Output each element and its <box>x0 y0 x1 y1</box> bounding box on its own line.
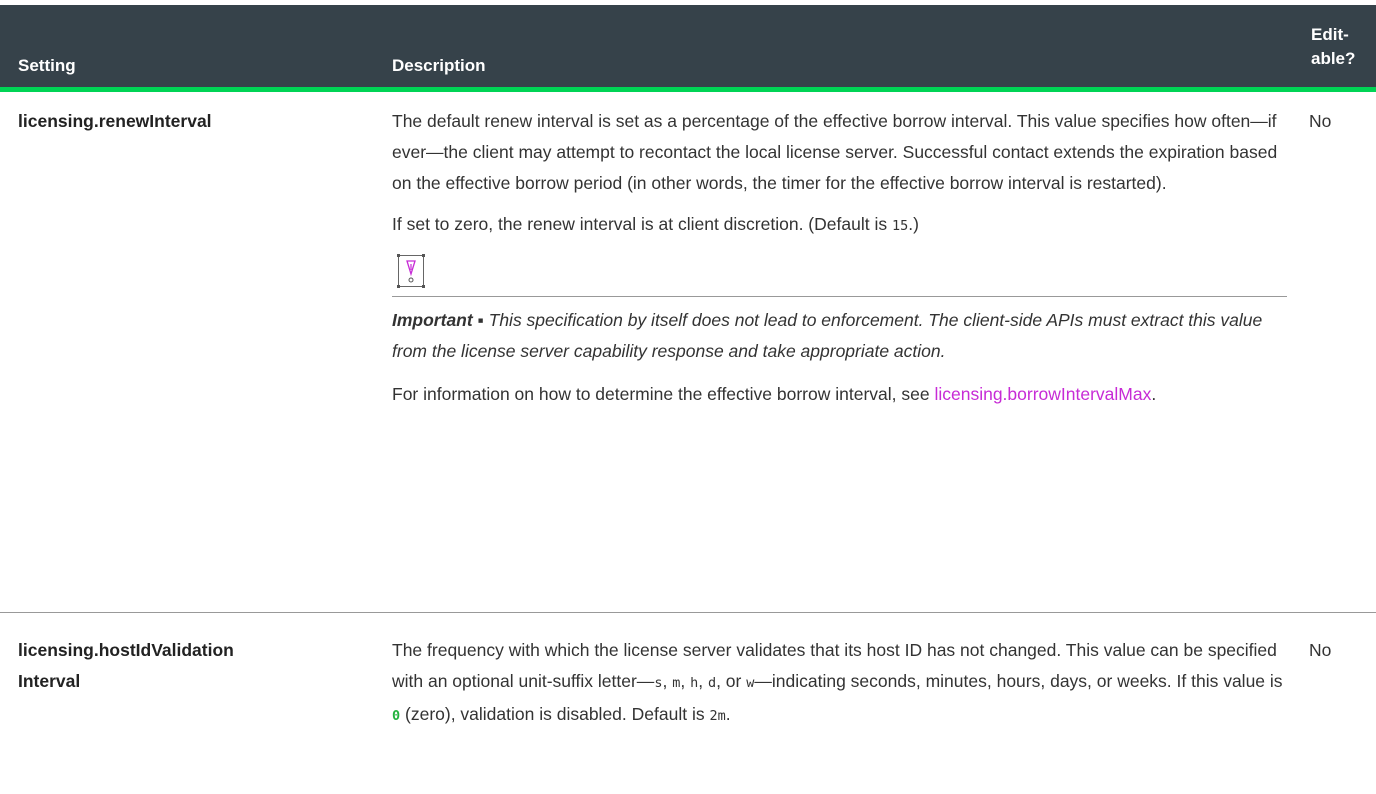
important-text: This specification by itself does not le… <box>392 310 1263 361</box>
setting-name: licensing.hostIdValidation Interval <box>18 640 234 691</box>
description-paragraph: The default renew interval is set as a p… <box>392 111 1278 193</box>
default-value: 2m <box>709 708 726 724</box>
table-row: licensing.hostIdValidation Interval The … <box>0 614 1376 794</box>
setting-name: licensing.renewInterval <box>18 111 212 131</box>
default-paragraph: If set to zero, the renew interval is at… <box>392 214 919 234</box>
editable-value: No <box>1309 640 1332 660</box>
unit-d: d <box>707 675 717 691</box>
header-description: Description <box>392 56 486 75</box>
setting-description: The frequency with which the license ser… <box>392 635 1287 732</box>
setting-description: The default renew interval is set as a p… <box>392 106 1287 410</box>
editable-value: No <box>1309 111 1332 131</box>
table-header: Setting Description Edit- able? <box>0 5 1376 92</box>
important-label: Important ▪ <box>392 310 484 330</box>
important-note: Important ▪ This specification by itself… <box>392 305 1287 367</box>
note-divider <box>392 296 1287 297</box>
header-editable: Edit- able? <box>1311 25 1356 68</box>
borrow-interval-max-link[interactable]: licensing.borrowIntervalMax <box>934 384 1151 404</box>
reference-paragraph: For information on how to determine the … <box>392 384 1157 404</box>
unit-h: h <box>690 675 699 691</box>
note-icon-container <box>392 254 1287 294</box>
default-value: 15 <box>891 218 909 234</box>
zero-value: 0 <box>392 708 401 724</box>
description-paragraph: The frequency with which the license ser… <box>392 640 1283 724</box>
important-note-icon <box>397 254 425 288</box>
header-setting: Setting <box>18 56 76 75</box>
table-row: licensing.renewInterval The default rene… <box>0 97 1376 613</box>
